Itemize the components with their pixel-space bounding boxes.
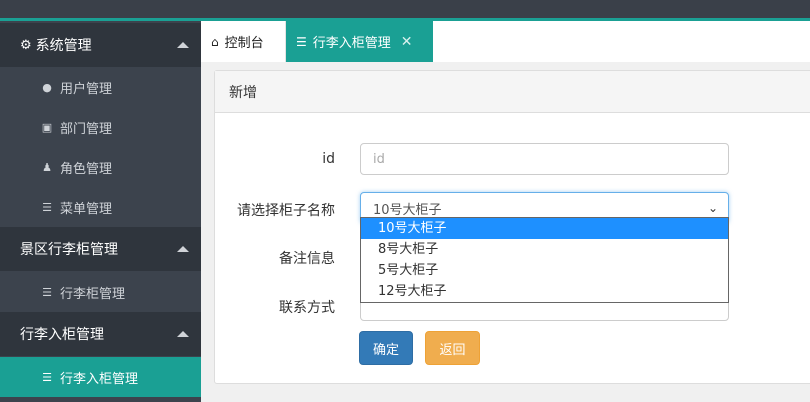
sidebar-item-users[interactable]: ● 用户管理: [0, 67, 201, 107]
id-label: id: [322, 151, 335, 167]
sidebar-item-label: 部门管理: [60, 121, 113, 137]
list-icon: ☰: [42, 200, 52, 214]
list-icon: ☰: [296, 34, 307, 49]
file-icon: ▣: [41, 120, 53, 134]
list-icon: ☰: [42, 285, 52, 299]
close-icon[interactable]: ✕: [401, 34, 413, 50]
cabinet-dropdown-list: 10号大柜子 8号大柜子 5号大柜子 12号大柜子: [360, 217, 729, 303]
tab-console[interactable]: ⌂ 控制台: [201, 21, 286, 62]
caret-up-icon: [177, 42, 189, 48]
sidebar-item-departments[interactable]: ▣ 部门管理: [0, 107, 201, 147]
cabinet-selected-value: 10号大柜子: [373, 202, 442, 218]
remark-label: 备注信息: [279, 251, 335, 267]
sidebar-item-label: 行李入柜管理: [60, 371, 139, 387]
tab-label: 控制台: [224, 36, 264, 51]
sidebar-group-label: 系统管理: [35, 38, 92, 54]
user-icon: ●: [42, 80, 52, 94]
sidebar-group-label: 行李入柜管理: [20, 327, 104, 343]
sidebar-group-luggage-storage[interactable]: 行李入柜管理: [0, 312, 201, 356]
home-icon: ⌂: [211, 34, 219, 49]
contact-label: 联系方式: [279, 300, 335, 316]
cabinet-option[interactable]: 12号大柜子: [361, 281, 728, 302]
sidebar-item-roles[interactable]: ♟ 角色管理: [0, 147, 201, 187]
id-input[interactable]: [360, 143, 729, 175]
cabinet-label: 请选择柜子名称: [237, 203, 335, 219]
gear-icon: ⚙: [20, 37, 32, 53]
sidebar-item-label: 用户管理: [60, 81, 113, 97]
sidebar: ⚙ 系统管理 ● 用户管理 ▣ 部门管理 ♟ 角色管理 ☰ 菜单管理 景区行李柜…: [0, 21, 201, 402]
content-area: 新增 id 请选择柜子名称 10号大柜子 ⌄ 备注信息 联系方式 10号大柜子 …: [201, 62, 810, 402]
list-icon: ☰: [42, 370, 52, 384]
cabinet-option[interactable]: 5号大柜子: [361, 260, 728, 281]
sidebar-item-locker-management[interactable]: ☰ 行李柜管理: [0, 272, 201, 312]
caret-up-icon: [177, 331, 189, 337]
tab-label: 行李入柜管理: [312, 36, 391, 51]
caret-up-icon: [177, 246, 189, 252]
sidebar-item-label: 角色管理: [60, 161, 113, 177]
confirm-button[interactable]: 确定: [359, 331, 413, 365]
cabinet-option[interactable]: 8号大柜子: [361, 239, 728, 260]
sidebar-item-label: 行李柜管理: [60, 286, 126, 302]
form-panel: 新增 id 请选择柜子名称 10号大柜子 ⌄ 备注信息 联系方式 10号大柜子 …: [214, 70, 810, 384]
user-secret-icon: ♟: [42, 160, 52, 174]
tab-bar: ⌂ 控制台 ☰ 行李入柜管理 ✕: [201, 21, 810, 63]
back-button[interactable]: 返回: [425, 331, 480, 365]
cabinet-option[interactable]: 10号大柜子: [361, 218, 728, 239]
sidebar-group-label: 景区行李柜管理: [20, 242, 118, 258]
sidebar-group-scenic-lockers[interactable]: 景区行李柜管理: [0, 227, 201, 271]
sidebar-item-menus[interactable]: ☰ 菜单管理: [0, 187, 201, 227]
sidebar-item-luggage-storage[interactable]: ☰ 行李入柜管理: [0, 357, 201, 397]
panel-title: 新增: [215, 71, 810, 113]
chevron-down-icon: ⌄: [707, 201, 718, 215]
tab-luggage-storage[interactable]: ☰ 行李入柜管理 ✕: [286, 21, 433, 62]
top-header-bar: [0, 0, 810, 18]
sidebar-item-label: 菜单管理: [60, 201, 113, 217]
sidebar-group-system[interactable]: ⚙ 系统管理: [0, 23, 201, 67]
